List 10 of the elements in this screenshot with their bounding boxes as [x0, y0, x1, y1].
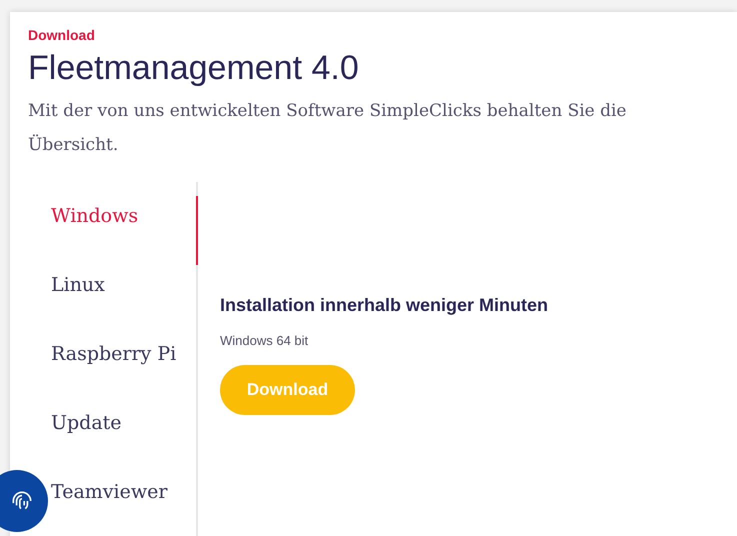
- eyebrow-label: Download: [28, 26, 95, 44]
- page-title: Fleetmanagement 4.0: [28, 48, 359, 89]
- os-tab[interactable]: Windows: [51, 196, 198, 265]
- os-tab[interactable]: Update: [51, 403, 198, 472]
- os-tab[interactable]: Linux: [51, 265, 198, 334]
- os-tab[interactable]: Raspberry Pi: [51, 334, 198, 403]
- os-tab[interactable]: Teamviewer: [51, 472, 198, 536]
- panel-subtitle: Windows 64 bit: [220, 332, 308, 350]
- description-text: Mit der von uns entwickelten Software SimpleClicks behalten Sie die Übersicht.: [28, 100, 628, 157]
- panel-heading: Installation innerhalb weniger Minuten: [220, 294, 548, 317]
